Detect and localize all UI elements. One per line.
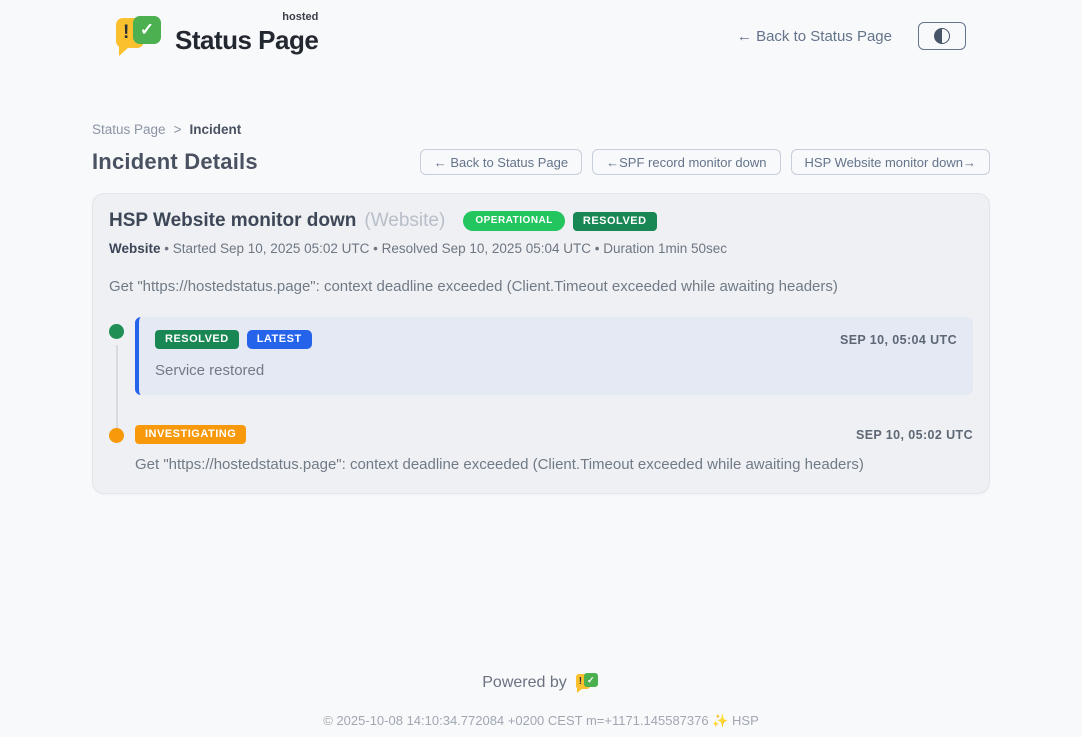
logo-superscript: hosted [282,11,318,23]
investigating-badge: INVESTIGATING [135,425,246,444]
breadcrumb: Status Page > Incident [92,122,990,137]
powered-by: Powered by ! ✓ [0,672,1082,694]
back-to-status-page-link[interactable]: ← Back to Status Page [737,28,892,45]
incident-card: HSP Website monitor down (Website) OPERA… [92,193,990,494]
timeline-item-investigating: INVESTIGATING SEP 10, 05:02 UTC Get "htt… [109,421,973,473]
timeline-message: Service restored [155,362,957,379]
timeline-rail [109,421,124,473]
timeline-item-resolved: RESOLVED LATEST SEP 10, 05:04 UTC Servic… [109,317,973,421]
timeline-entry-header: RESOLVED LATEST SEP 10, 05:04 UTC [155,330,957,349]
page-title: Incident Details [92,149,258,175]
logo-check-bubble: ✓ [133,16,161,44]
investigating-dot-icon [109,428,124,443]
timeline-timestamp: SEP 10, 05:02 UTC [856,428,973,442]
logo-title: Status Page [175,25,318,55]
logo[interactable]: ! ✓ Status Page hosted [116,14,318,58]
logo-bubble-tail [577,688,583,693]
main-content: Status Page > Incident Incident Details … [92,122,990,494]
next-incident-button[interactable]: HSP Website monitor down→ [791,149,990,175]
copyright: © 2025-10-08 14:10:34.772084 +0200 CEST … [0,713,1082,729]
timeline-entry-investigating: INVESTIGATING SEP 10, 05:02 UTC Get "htt… [135,421,973,473]
breadcrumb-status-page[interactable]: Status Page [92,122,166,137]
half-circle-icon [934,28,950,44]
timeline-entry-resolved: RESOLVED LATEST SEP 10, 05:04 UTC Servic… [135,317,973,395]
latest-badge: LATEST [247,330,312,349]
powered-by-label: Powered by [482,674,567,692]
incident-timeline: RESOLVED LATEST SEP 10, 05:04 UTC Servic… [109,317,973,473]
logo-exclamation: ! [579,676,582,687]
incident-title: HSP Website monitor down [109,210,356,232]
timeline-timestamp: SEP 10, 05:04 UTC [840,333,957,347]
breadcrumb-separator: > [174,122,182,137]
incident-meta: Website • Started Sep 10, 2025 05:02 UTC… [109,241,973,256]
incident-meta-details: • Started Sep 10, 2025 05:02 UTC • Resol… [161,241,728,256]
logo-exclamation: ! [123,22,129,44]
incident-title-row: HSP Website monitor down (Website) OPERA… [109,210,973,232]
incident-meta-component: Website [109,241,161,256]
incident-component: (Website) [364,210,445,232]
operational-badge: OPERATIONAL [463,211,565,231]
footer: Powered by ! ✓ © 2025-10-08 14:10:34.772… [0,672,1082,729]
header-actions: ← Back to Status Page [737,22,966,50]
status-page-logo-icon: ! ✓ [116,14,163,58]
logo-bubble-tail [119,46,130,56]
check-icon: ✓ [140,20,154,40]
theme-toggle-button[interactable] [918,22,966,50]
timeline-rail [109,317,124,421]
resolved-dot-icon [109,324,124,339]
back-to-status-page-button[interactable]: ← Back to Status Page [420,149,582,175]
incident-nav-buttons: ← Back to Status Page ←SPF record monito… [420,149,990,175]
breadcrumb-incident: Incident [189,122,241,137]
logo-check-bubble: ✓ [584,673,598,687]
powered-by-logo-icon[interactable]: ! ✓ [576,672,600,694]
resolved-badge: RESOLVED [155,330,239,349]
title-row: Incident Details ← Back to Status Page ←… [92,149,990,175]
incident-description: Get "https://hostedstatus.page": context… [109,278,973,295]
check-icon: ✓ [587,675,595,686]
prev-incident-button[interactable]: ←SPF record monitor down [592,149,780,175]
resolved-status-badge: RESOLVED [573,212,657,231]
header: ! ✓ Status Page hosted ← Back to Status … [92,0,990,58]
timeline-message: Get "https://hostedstatus.page": context… [135,456,973,473]
timeline-entry-header: INVESTIGATING SEP 10, 05:02 UTC [135,425,973,444]
logo-text: Status Page hosted [175,17,318,56]
